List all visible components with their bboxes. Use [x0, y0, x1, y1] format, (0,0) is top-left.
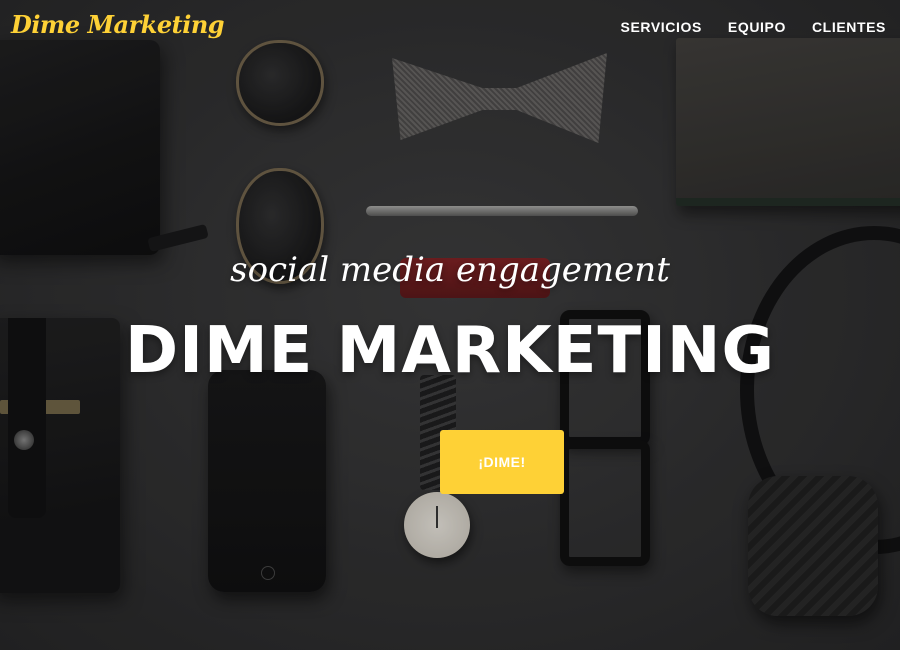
nav-links: SERVICIOS EQUIPO CLIENTES [621, 19, 886, 35]
intro-text: social media engagement DIME MARKETING ¡… [0, 0, 900, 650]
nav-link-clientes[interactable]: CLIENTES [812, 19, 886, 35]
hero-section: Dime Marketing SERVICIOS EQUIPO CLIENTES… [0, 0, 900, 650]
navbar: Dime Marketing SERVICIOS EQUIPO CLIENTES [0, 0, 900, 56]
nav-link-equipo[interactable]: EQUIPO [728, 19, 786, 35]
nav-link-servicios[interactable]: SERVICIOS [621, 19, 702, 35]
cta-button[interactable]: ¡DIME! [440, 430, 564, 494]
hero-heading: DIME MARKETING [125, 314, 775, 388]
hero-lead-in: social media engagement [230, 250, 670, 290]
brand-logo[interactable]: Dime Marketing [11, 10, 225, 39]
